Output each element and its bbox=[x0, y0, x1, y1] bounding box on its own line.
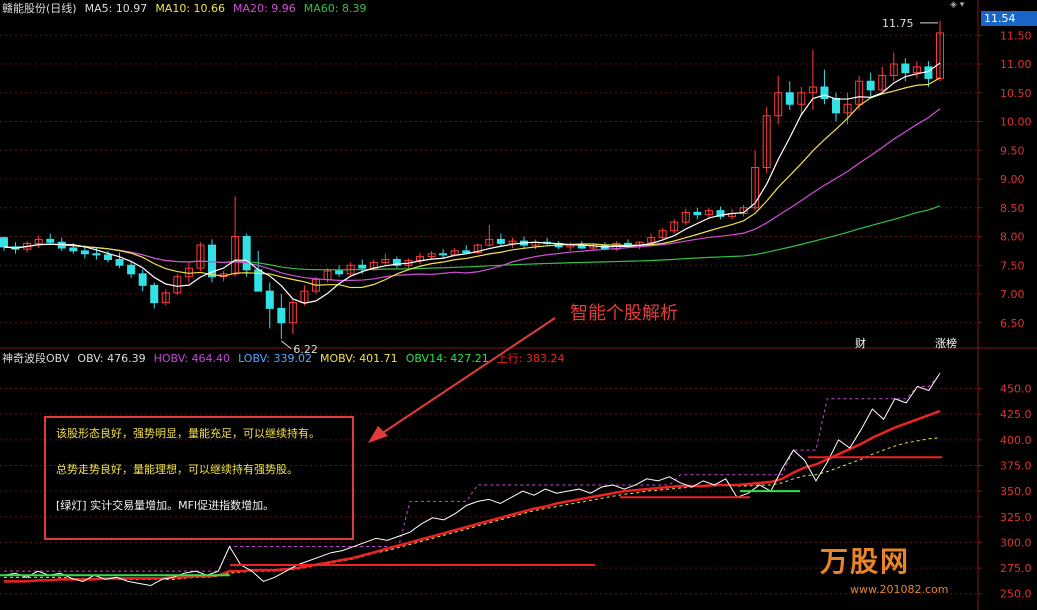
indicator-name: 神奇波段OBV bbox=[2, 352, 70, 365]
candle-body bbox=[924, 66, 933, 79]
mobv-value: MOBV: 401.71 bbox=[320, 351, 398, 365]
callout-arrow-head bbox=[368, 426, 388, 443]
candle-body bbox=[80, 250, 89, 255]
candle-body bbox=[277, 307, 286, 324]
candle-body bbox=[785, 92, 794, 105]
price-tick-label: 11.00 bbox=[1000, 58, 1032, 71]
candle-body bbox=[820, 86, 829, 99]
candle-body bbox=[358, 264, 367, 269]
analysis-callout: 智能个股解析 bbox=[570, 303, 678, 324]
candle-body bbox=[46, 238, 55, 243]
candle-body bbox=[901, 63, 910, 74]
analysis-line-3: [绿灯] 实计交易量增加。MFI促进指数增加。 bbox=[56, 499, 275, 512]
candle-body bbox=[104, 254, 112, 260]
indicator-tick-label: 325.0 bbox=[1000, 511, 1032, 524]
ma20-value: MA20: 9.96 bbox=[233, 1, 296, 15]
ma20-line bbox=[3, 108, 941, 281]
ma60-value: MA60: 8.39 bbox=[303, 1, 367, 15]
price-tick-label: 9.50 bbox=[1000, 144, 1025, 157]
high-price-label: 11.75 bbox=[882, 17, 914, 30]
candle-body bbox=[462, 250, 471, 254]
ma10-value: MA10: 10.66 bbox=[155, 1, 226, 15]
brand-watermark: 万股网 bbox=[820, 545, 911, 578]
callout-arrow-line bbox=[374, 317, 556, 439]
candle-body bbox=[150, 284, 159, 304]
brand-watermark-url: www.201082.com bbox=[850, 583, 949, 596]
indicator-tick-label: 300.0 bbox=[1000, 536, 1032, 549]
price-tick-label: 10.50 bbox=[1000, 87, 1032, 100]
candle-body bbox=[92, 253, 101, 256]
obv-value: OBV: 476.39 bbox=[77, 351, 146, 365]
price-tick-label: 7.00 bbox=[1000, 288, 1025, 301]
indicator-tick-label: 350.0 bbox=[1000, 485, 1032, 498]
candle-body bbox=[866, 80, 875, 91]
candle-body bbox=[439, 253, 448, 256]
price-tick-label: 10.00 bbox=[1000, 116, 1032, 129]
upward-value: 上行: 383.24 bbox=[496, 352, 565, 365]
candle-body bbox=[496, 238, 505, 244]
candle-body bbox=[242, 236, 251, 271]
panel-control-icon[interactable]: ◈ ▾ bbox=[950, 0, 980, 14]
price-tick-label: 8.50 bbox=[1000, 202, 1025, 215]
price-tick-label: 8.00 bbox=[1000, 231, 1025, 244]
candle-body bbox=[265, 290, 274, 309]
lobv-value: LOBV: 339.02 bbox=[238, 351, 312, 365]
analysis-box: 该股形态良好，强势明显，量能充足，可以继续持有。 总势走势良好，量能理想，可以继… bbox=[44, 416, 354, 540]
indicator-tick-label: 375.0 bbox=[1000, 459, 1032, 472]
current-price-label: 11.54 bbox=[981, 11, 1037, 26]
indicator-tick-label: 400.0 bbox=[1000, 434, 1032, 447]
candle-body bbox=[69, 247, 78, 252]
candle-body bbox=[335, 270, 344, 275]
ma10-line bbox=[3, 77, 941, 289]
hobv-value: HOBV: 464.40 bbox=[153, 351, 231, 365]
analysis-line-2: 总势走势良好，量能理想，可以继续持有强势股。 bbox=[56, 463, 298, 476]
indicator-legend: 神奇波段OBV OBV: 476.39 HOBV: 464.40 LOBV: 3… bbox=[2, 350, 564, 366]
price-tick-label: 7.50 bbox=[1000, 259, 1025, 272]
finance-tag[interactable]: 财 bbox=[855, 337, 866, 350]
ma5-value: MA5: 10.97 bbox=[84, 1, 148, 15]
indicator-tick-label: 250.0 bbox=[1000, 588, 1032, 601]
candle-body bbox=[693, 211, 702, 216]
price-tick-label: 9.00 bbox=[1000, 173, 1025, 186]
indicator-tick-label: 275.0 bbox=[1000, 562, 1032, 575]
price-tick-label: 11.50 bbox=[1000, 29, 1032, 42]
obv14-value: OBV14: 427.21 bbox=[405, 351, 489, 365]
indicator-tick-label: 450.0 bbox=[1000, 383, 1032, 396]
candle-body bbox=[115, 259, 124, 266]
candle-body bbox=[832, 98, 840, 114]
analysis-line-1: 该股形态良好，强势明显，量能充足，可以继续持有。 bbox=[56, 427, 320, 440]
price-legend: 赣能股份(日线) MA5: 10.97 MA10: 10.66 MA20: 9.… bbox=[2, 0, 366, 16]
price-tick-label: 6.50 bbox=[1000, 317, 1025, 330]
candle-body bbox=[0, 237, 8, 248]
top-gainers-tag[interactable]: 涨榜 bbox=[935, 337, 957, 350]
window-title: 赣能股份(日线) bbox=[2, 2, 77, 15]
ma60-line bbox=[3, 205, 941, 271]
candle-body bbox=[127, 264, 136, 275]
indicator-tick-label: 425.0 bbox=[1000, 408, 1032, 421]
stock-chart-window[interactable]: 11.50 11.00 10.50 10.00 9.50 9.00 8.50 8.00 7.50… bbox=[0, 0, 1037, 610]
candle-body bbox=[138, 273, 147, 286]
